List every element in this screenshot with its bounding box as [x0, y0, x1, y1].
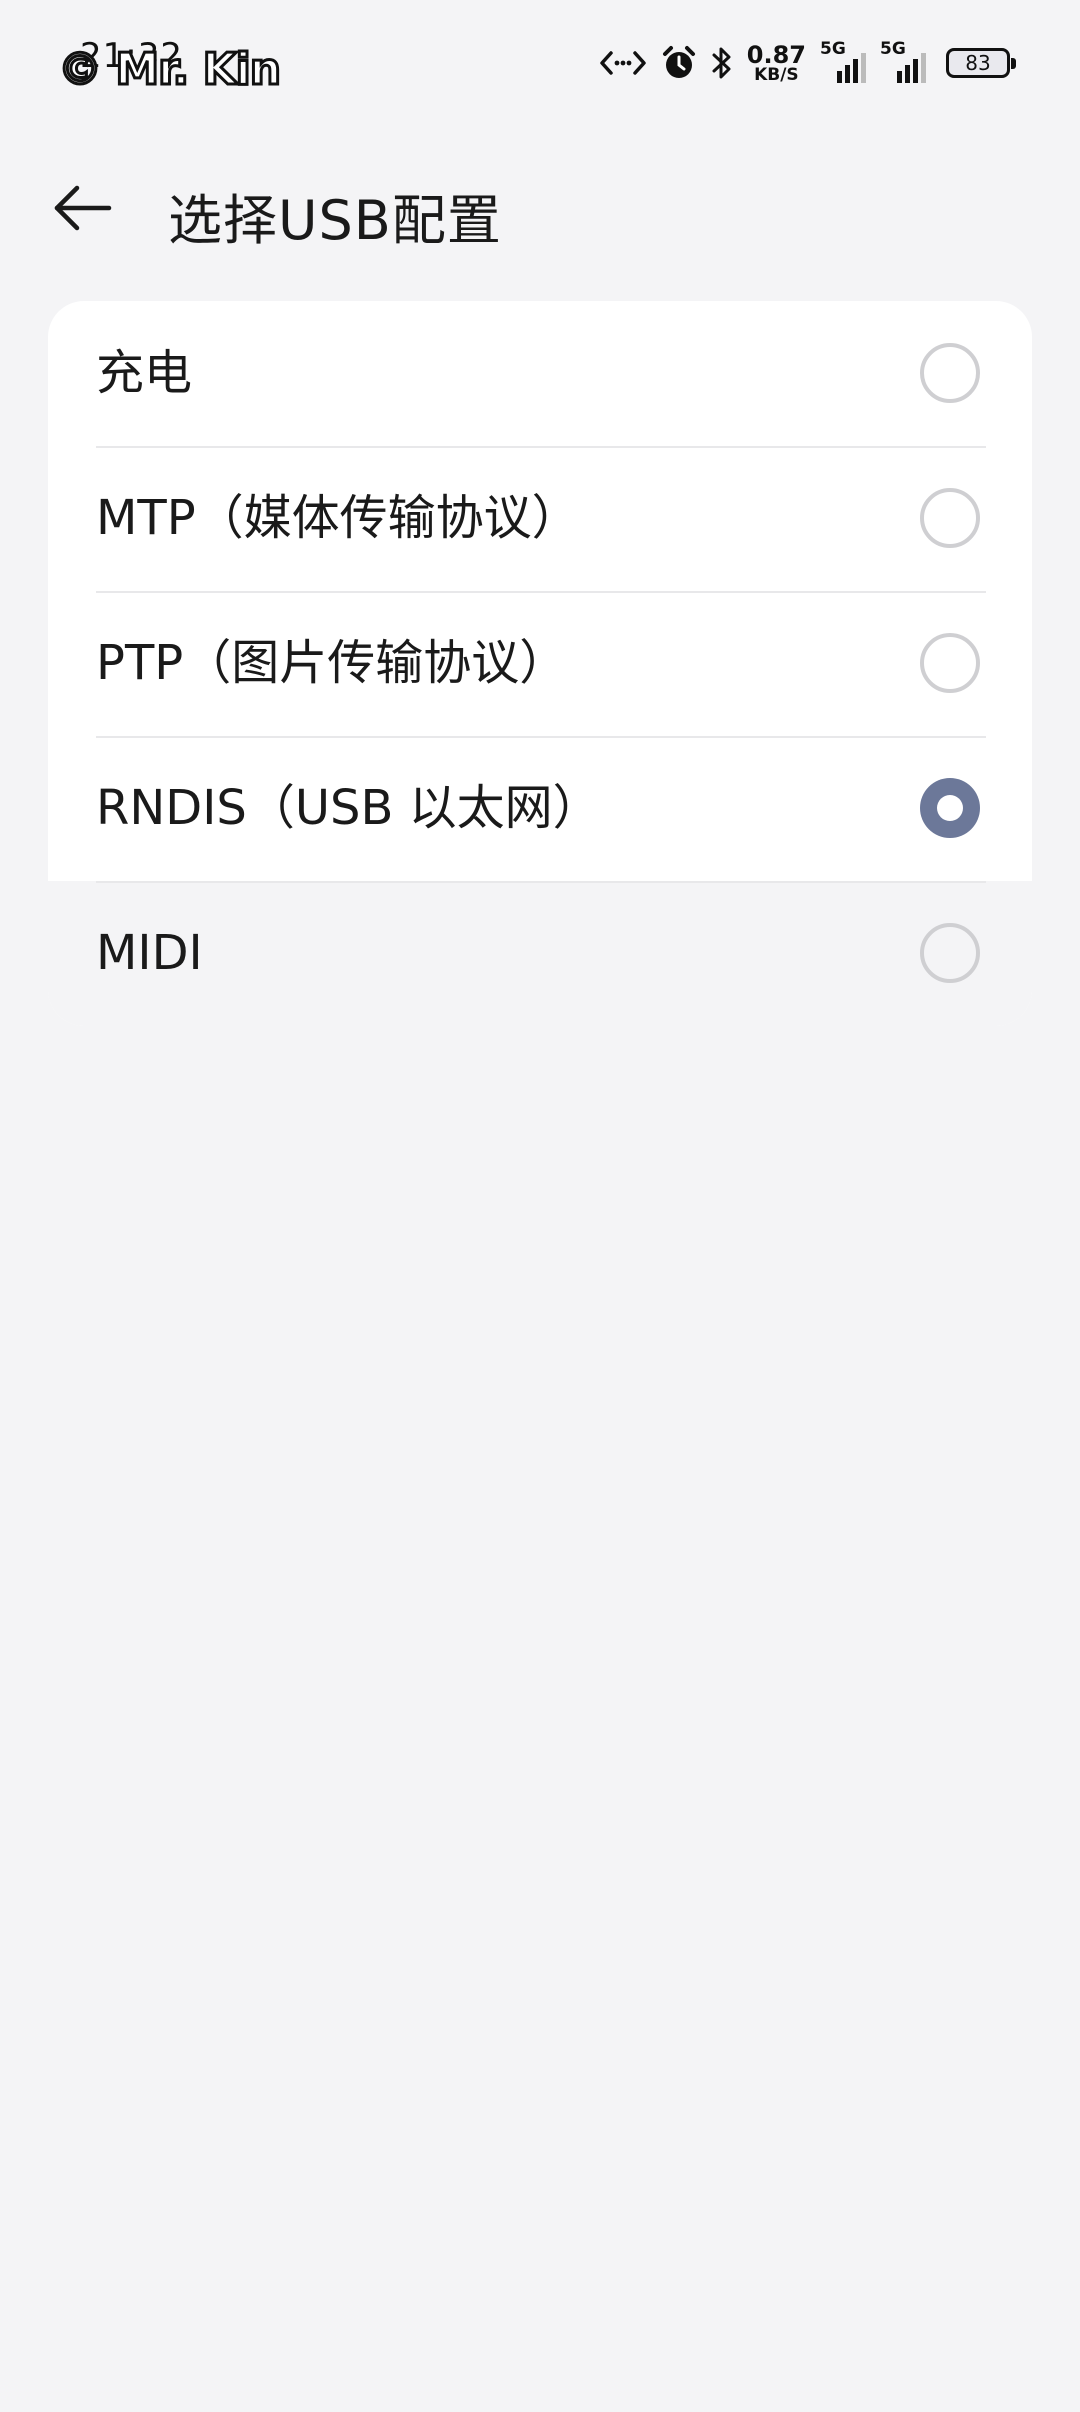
- radio-button[interactable]: [920, 488, 980, 548]
- status-bar: 21:32 © Mr. Kin 0.87 KB/S 5G 5G 83: [0, 0, 1080, 120]
- radio-button[interactable]: [920, 633, 980, 693]
- battery-icon: 83: [946, 48, 1016, 78]
- arrow-left-icon: [53, 185, 113, 235]
- option-mtp[interactable]: MTP（媒体传输协议）: [48, 446, 1032, 591]
- option-midi[interactable]: MIDI: [48, 881, 1032, 1026]
- option-label: MTP（媒体传输协议）: [96, 490, 580, 546]
- network-speed-value: 0.87: [746, 40, 806, 69]
- page-title: 选择USB配置: [168, 189, 502, 252]
- signal-icon: 5G: [880, 39, 926, 83]
- option-ptp[interactable]: PTP（图片传输协议）: [48, 591, 1032, 736]
- watermark-logo: © Mr. Kin: [56, 43, 282, 97]
- alarm-icon: [661, 45, 697, 81]
- option-label: RNDIS（USB 以太网）: [96, 780, 601, 836]
- toolbar: 选择USB配置: [0, 160, 1080, 260]
- network-speed-unit: KB/S: [754, 64, 799, 85]
- radio-button[interactable]: [920, 343, 980, 403]
- option-label: PTP（图片传输协议）: [96, 635, 568, 691]
- signal-icon: 5G: [820, 39, 866, 83]
- radio-button[interactable]: [920, 923, 980, 983]
- usb-config-options-list: 充电 MTP（媒体传输协议） PTP（图片传输协议） RNDIS（USB 以太网…: [48, 301, 1032, 1026]
- network-speed: 0.87 KB/S: [747, 43, 806, 84]
- option-label: MIDI: [96, 925, 203, 981]
- back-button[interactable]: [50, 182, 116, 238]
- battery-level: 83: [965, 51, 991, 75]
- data-transfer-icon: [599, 48, 647, 78]
- radio-button-selected[interactable]: [920, 778, 980, 838]
- status-icons: 0.87 KB/S 5G 5G 83: [599, 39, 1016, 86]
- option-charging[interactable]: 充电: [48, 301, 1032, 446]
- option-rndis[interactable]: RNDIS（USB 以太网）: [48, 736, 1032, 881]
- bluetooth-icon: [711, 45, 733, 81]
- option-label: 充电: [96, 345, 193, 401]
